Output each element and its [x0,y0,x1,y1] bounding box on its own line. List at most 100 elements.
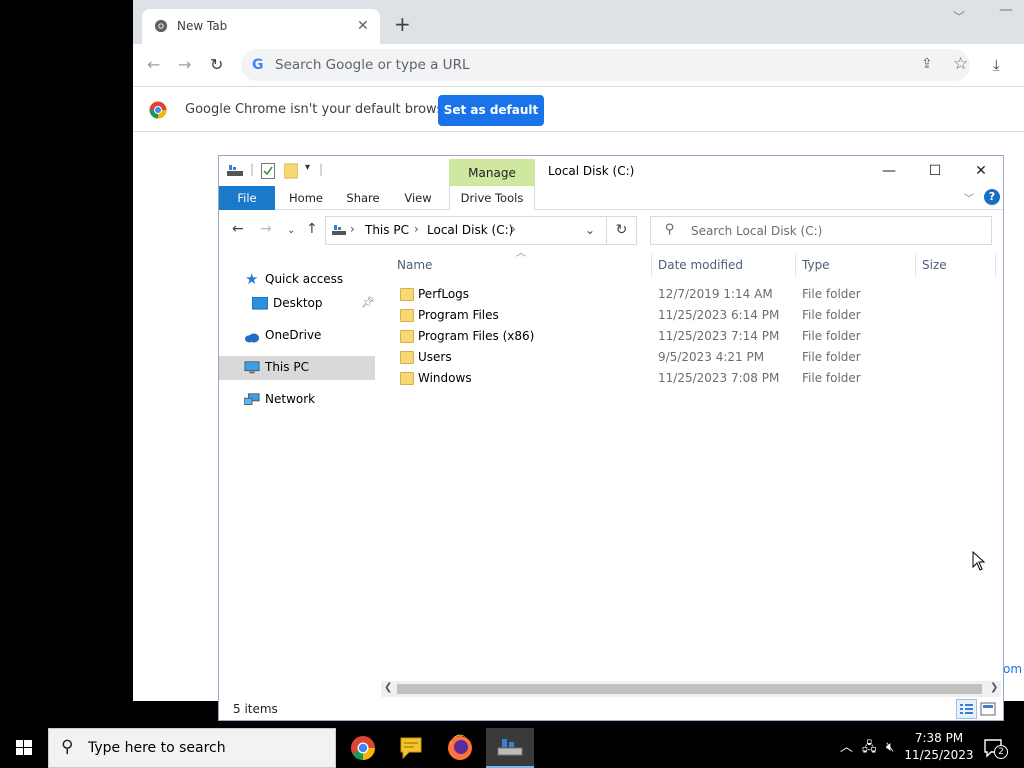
nav-desktop[interactable]: Desktop 📌︎ [219,292,375,316]
omnibox[interactable]: G Search Google or type a URL ⇪ ☆ [241,49,970,81]
forward-icon[interactable]: → [178,55,191,75]
nav-label: Network [265,392,316,406]
scrollbar-thumb[interactable] [397,684,982,694]
network-status-icon[interactable]: 🖧︎ [862,728,877,768]
windows-logo-icon [16,740,32,755]
recent-locations-chevron-icon[interactable]: ⌄ [287,223,295,239]
refresh-icon[interactable]: ↻ [606,217,636,244]
folder-icon [400,309,414,322]
column-header-name[interactable]: Name [397,248,647,282]
nav-network[interactable]: Network [219,388,375,412]
file-type: File folder [802,287,861,301]
system-clock[interactable]: 7:38 PM 11/25/2023 [904,730,974,764]
partial-page-text: om [1003,662,1023,676]
omnibox-placeholder: Search Google or type a URL [275,57,470,73]
chrome-minimize-button[interactable]: — [999,2,1013,18]
ribbon-tab-home[interactable]: Home [281,186,331,210]
maximize-button[interactable]: ☐ [912,160,958,182]
new-tab-button[interactable]: + [394,14,411,34]
folder-icon [400,330,414,343]
reload-icon[interactable]: ↻ [210,55,223,75]
taskbar-search-placeholder: Type here to search [88,740,226,756]
folder-icon [400,372,414,385]
volume-muted-icon[interactable]: 🔇︎ [886,728,894,768]
search-input[interactable]: ⚲ Search Local Disk (C:) [650,216,992,245]
file-row[interactable]: Users 9/5/2023 4:21 PM File folder [379,347,999,368]
ribbon-tab-share[interactable]: Share [339,186,387,210]
address-dropdown-icon[interactable]: ⌄ [585,223,595,237]
nav-quick-access[interactable]: ★ Quick access [219,268,375,292]
default-browser-infobar: Google Chrome isn't your default browser… [133,86,1024,132]
breadcrumb-chevron-icon[interactable]: › [511,222,516,236]
file-name: Program Files [418,308,499,322]
nav-onedrive[interactable]: OneDrive [219,324,375,348]
new-folder-icon[interactable] [284,163,298,179]
network-icon [244,393,260,405]
file-explorer-window: | ▾ | Manage Local Disk (C:) — ☐ ✕ File … [218,155,1004,721]
file-row[interactable]: Program Files 11/25/2023 6:14 PM File fo… [379,305,999,326]
file-name: Windows [418,371,472,385]
breadcrumb-chevron-icon[interactable]: › [350,222,355,236]
close-button[interactable]: ✕ [958,160,1004,182]
horizontal-scrollbar[interactable]: ❮ ❯ [381,681,1001,697]
navigation-pane: ★ Quick access Desktop 📌︎ OneDrive This … [219,248,377,688]
help-icon[interactable]: ? [984,189,1000,205]
file-list: ︿ Name Date modified Type Size PerfLogs … [379,248,1003,680]
file-name: Program Files (x86) [418,329,535,343]
properties-icon[interactable] [261,163,275,179]
file-row[interactable]: Program Files (x86) 11/25/2023 7:14 PM F… [379,326,999,347]
mouse-cursor-icon [972,551,986,571]
column-header-type[interactable]: Type [802,248,912,282]
expand-ribbon-chevron-icon[interactable]: ﹀ [964,190,974,205]
ribbon-tab-drive-tools[interactable]: Drive Tools [449,186,535,210]
onedrive-cloud-icon [244,333,260,343]
back-icon[interactable]: ← [147,55,160,75]
nav-label: Desktop [273,296,323,310]
manage-contextual-tab[interactable]: Manage [449,159,535,188]
taskbar-file-explorer[interactable] [486,728,534,768]
ribbon-tab-file[interactable]: File [219,186,275,210]
back-icon[interactable]: ← [232,221,244,237]
file-type: File folder [802,350,861,364]
address-bar[interactable]: › This PC › Local Disk (C:) › ⌄ ↻ [325,216,637,245]
pin-icon[interactable]: 📌︎ [361,296,375,309]
ribbon-tab-view[interactable]: View [395,186,441,210]
bookmark-star-icon[interactable]: ☆ [953,54,968,74]
column-header-size[interactable]: Size [922,248,992,282]
up-icon[interactable]: ↑ [306,221,318,237]
forward-icon[interactable]: → [260,221,272,237]
tab-title: New Tab [177,19,228,33]
search-icon: ⚲ [61,737,74,757]
search-icon: ⚲ [665,222,675,237]
file-date: 12/7/2019 1:14 AM [658,287,773,301]
breadcrumb-chevron-icon[interactable]: › [414,222,419,236]
customize-qat-icon[interactable]: ▾ [305,162,310,173]
tab-close-icon[interactable]: ✕ [357,18,369,34]
taskbar-chrome[interactable] [339,728,387,768]
download-icon[interactable]: ⤓ [993,56,1000,74]
file-row[interactable]: PerfLogs 12/7/2019 1:14 AM File folder [379,284,999,305]
taskbar-search-box[interactable]: ⚲ Type here to search [48,728,336,768]
scroll-right-icon[interactable]: ❯ [990,682,998,693]
start-button[interactable] [0,728,48,768]
breadcrumb-local-disk[interactable]: Local Disk (C:) [427,223,513,237]
chrome-tab-new-tab[interactable]: New Tab ✕ [142,9,380,44]
tab-search-chevron-icon[interactable]: ﹀ [953,8,965,25]
nav-this-pc[interactable]: This PC [219,356,375,380]
share-icon[interactable]: ⇪ [921,56,933,72]
action-center-icon[interactable]: 2 [982,736,1008,760]
explorer-titlebar: | ▾ | Manage Local Disk (C:) — ☐ ✕ [219,156,1004,188]
column-header-date-modified[interactable]: Date modified [658,248,793,282]
large-icons-view-icon[interactable] [980,701,996,717]
scroll-left-icon[interactable]: ❮ [384,682,392,693]
taskbar-feedback-app[interactable] [387,728,435,768]
drive-icon [227,165,243,176]
clock-date: 11/25/2023 [904,748,974,762]
show-hidden-icons-icon[interactable]: ︿ [840,728,853,768]
details-view-icon[interactable] [956,699,977,719]
set-as-default-button[interactable]: Set as default [438,95,544,126]
minimize-button[interactable]: — [866,160,912,182]
breadcrumb-this-pc[interactable]: This PC [365,223,409,237]
file-row[interactable]: Windows 11/25/2023 7:08 PM File folder [379,368,999,389]
taskbar-firefox[interactable] [436,728,484,768]
